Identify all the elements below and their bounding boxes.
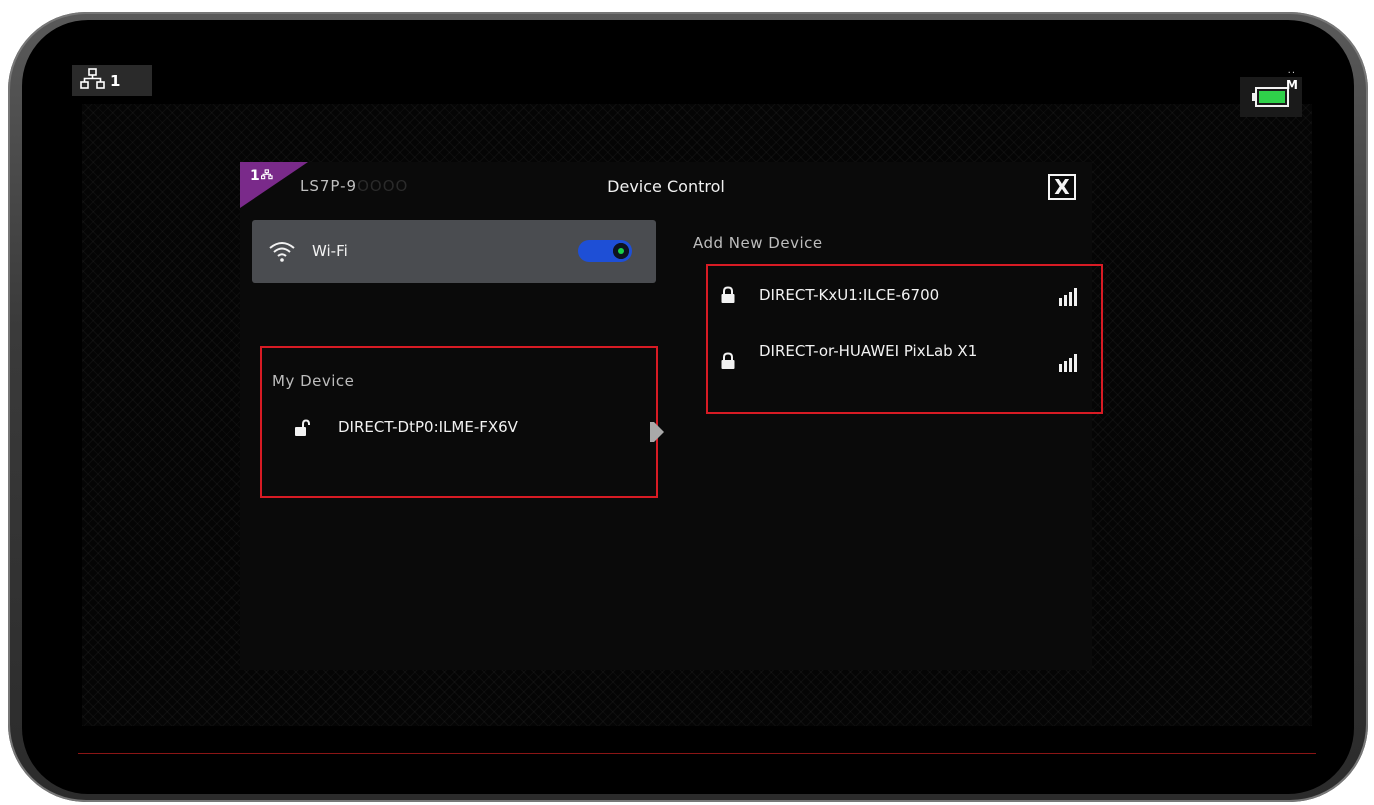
add-new-device-title: Add New Device xyxy=(693,234,823,252)
close-icon: X xyxy=(1054,175,1070,199)
bottom-accent-line xyxy=(78,753,1316,754)
unlocked-icon xyxy=(294,419,322,441)
toggle-knob xyxy=(613,243,629,259)
network-status: 1 xyxy=(72,65,152,96)
lock-icon xyxy=(720,352,738,374)
new-device-item-1[interactable]: DIRECT-KxU1:ILCE-6700 xyxy=(720,286,1090,312)
my-device-item[interactable]: DIRECT-DtP0:ILME-FX6V xyxy=(294,418,664,448)
panel-header: 1 LS7P-9OOOO Device Control X xyxy=(240,162,1092,208)
new-device-name-2: DIRECT-or-HUAWEI PixLab X1 xyxy=(759,342,978,360)
new-device-item-2[interactable]: DIRECT-or-HUAWEI PixLab X1 xyxy=(720,342,1090,386)
play-arrow-icon[interactable] xyxy=(650,422,664,442)
my-device-title: My Device xyxy=(272,372,355,390)
close-button[interactable]: X xyxy=(1048,174,1076,200)
device-control-panel: 1 LS7P-9OOOO Device Control X Wi-Fi My D… xyxy=(240,162,1103,670)
wifi-icon xyxy=(268,239,296,267)
wifi-label: Wi-Fi xyxy=(312,242,348,260)
page-title: Device Control xyxy=(607,177,725,196)
battery-status: ·· M xyxy=(1240,68,1302,117)
network-tree-icon xyxy=(80,67,106,94)
wifi-setting-row[interactable]: Wi-Fi xyxy=(252,220,656,283)
network-count: 1 xyxy=(110,71,121,90)
battery-mode: M xyxy=(1286,78,1298,92)
signal-full-icon xyxy=(1059,354,1077,372)
new-device-name-1: DIRECT-KxU1:ILCE-6700 xyxy=(759,286,940,304)
wifi-toggle[interactable] xyxy=(578,240,632,262)
lock-icon xyxy=(720,286,738,308)
my-device-name: DIRECT-DtP0:ILME-FX6V xyxy=(338,418,518,436)
battery-icon xyxy=(1252,87,1289,107)
signal-full-icon xyxy=(1059,288,1077,306)
